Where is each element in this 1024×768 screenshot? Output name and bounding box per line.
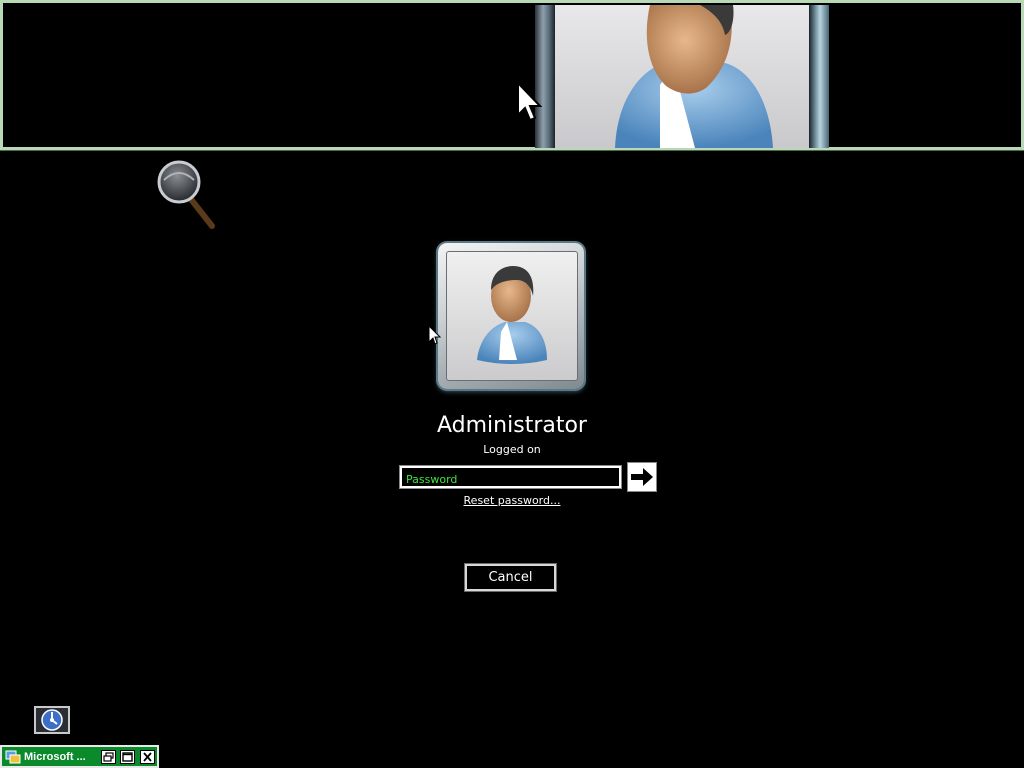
magnifier-window: [0, 0, 1024, 151]
magnified-user-tile: [535, 5, 829, 148]
close-button[interactable]: [140, 750, 155, 764]
magnified-mouse-pointer-icon: [517, 81, 542, 122]
maximize-icon: [122, 752, 133, 762]
taskbar-item-microsoft[interactable]: Microsoft ...: [0, 745, 159, 768]
app-window-icon: [5, 750, 21, 763]
restore-icon: [103, 752, 114, 762]
close-icon: [143, 752, 152, 762]
password-input[interactable]: [402, 470, 619, 489]
username-label: Administrator: [437, 413, 587, 438]
arrow-right-icon: [631, 468, 653, 486]
logon-status-label: Logged on: [483, 443, 541, 456]
submit-arrow-button[interactable]: [627, 462, 657, 492]
user-avatar-icon: [446, 251, 578, 381]
mouse-pointer-icon: [428, 325, 441, 345]
taskbar-item-label: Microsoft ...: [24, 750, 86, 763]
ease-of-access-button[interactable]: [34, 706, 70, 734]
magnified-user-avatar-icon: [555, 5, 809, 148]
reset-password-link[interactable]: Reset password...: [0, 494, 1024, 507]
ease-of-access-icon: [41, 709, 63, 731]
magnified-tile-frame-right: [809, 5, 829, 148]
password-field-container: [399, 465, 622, 489]
restore-button[interactable]: [101, 750, 116, 764]
maximize-button[interactable]: [120, 750, 135, 764]
cancel-button[interactable]: Cancel: [464, 563, 557, 592]
magnified-tile-frame-left: [535, 5, 555, 148]
user-tile[interactable]: [438, 243, 584, 389]
magnifier-icon[interactable]: [156, 160, 218, 230]
